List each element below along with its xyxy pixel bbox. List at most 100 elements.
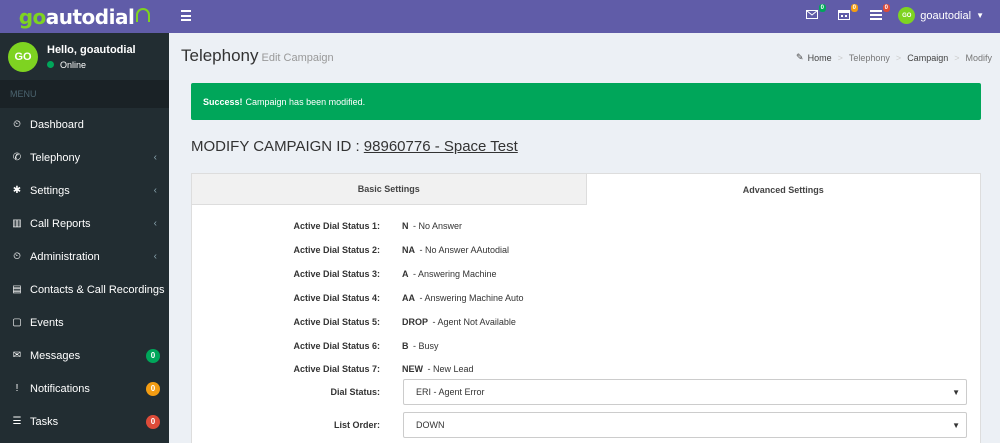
envelope-icon: ✉ xyxy=(12,350,22,361)
bar-chart-icon: ▥ xyxy=(12,218,22,229)
sidebar-item-call-reports[interactable]: ▥ Call Reports ‹ xyxy=(0,207,169,240)
tab-basic-settings[interactable]: Basic Settings xyxy=(192,174,587,205)
exclamation-icon: ! xyxy=(15,383,19,394)
avatar[interactable]: GO xyxy=(8,41,38,72)
sidebar-item-administration[interactable]: ⏲ Administration ‹ xyxy=(0,240,169,273)
active-dial-status-row: Active Dial Status 3: A - Answering Machi… xyxy=(192,267,982,281)
breadcrumb-home[interactable]: Home xyxy=(808,53,832,63)
status-desc: - Answering Machine xyxy=(410,269,497,279)
sidebar-item-label: Contacts & Call Recordings xyxy=(30,283,165,296)
select-caret-icon: ▼ xyxy=(952,420,960,430)
hamburger-menu-icon[interactable] xyxy=(181,10,191,21)
status-code: AA xyxy=(402,293,415,303)
events-button[interactable]: 0 xyxy=(838,4,858,21)
active-dial-status-label: Active Dial Status 2: xyxy=(293,245,380,255)
sidebar-badge: 0 xyxy=(146,381,160,396)
status-desc: - No Answer AAutodial xyxy=(417,245,510,255)
sidebar-menu: ⏲ Dashboard ✆ Telephony ‹ ✱ Settings ‹ ▥ Call Rep… xyxy=(0,108,169,438)
active-dial-status-row: Active Dial Status 1: N - No Answer xyxy=(192,219,982,233)
status-code: NEW xyxy=(402,364,423,374)
status-desc: - New Lead xyxy=(425,364,474,374)
active-dial-status-label: Active Dial Status 3: xyxy=(293,269,380,279)
active-dial-status-row: Active Dial Status 5: DROP - Agent Not Av… xyxy=(192,315,982,329)
campaign-settings-panel: Basic Settings Advanced Settings Active … xyxy=(191,173,981,443)
tasks-badge: 0 xyxy=(882,4,890,12)
status-desc: - Agent Not Available xyxy=(430,317,516,327)
sidebar-item-messages[interactable]: ✉ Messages 0 xyxy=(0,339,169,372)
status-code: B xyxy=(402,341,409,351)
dial-status-row: Dial Status: ERI - Agent Error ▼ xyxy=(192,379,982,405)
sidebar-item-contacts-call-recordings[interactable]: ▤ Contacts & Call Recordings xyxy=(0,273,169,306)
dial-status-value: ERI - Agent Error xyxy=(416,387,485,397)
dial-status-label: Dial Status: xyxy=(330,387,380,397)
breadcrumb-telephony[interactable]: Telephony xyxy=(849,53,890,63)
breadcrumb: ✎ Home > Telephony > Campaign > Modify xyxy=(796,52,992,63)
active-dial-status-row: Active Dial Status 4: AA - Answering Mach… xyxy=(192,291,982,305)
active-dial-status-label: Active Dial Status 7: xyxy=(293,364,380,374)
sidebar-item-notifications[interactable]: ! Notifications 0 xyxy=(0,372,169,405)
sidebar-item-label: Tasks xyxy=(30,415,59,428)
logo[interactable]: goautodial xyxy=(0,0,169,33)
sidebar-item-tasks[interactable]: ☰ Tasks 0 xyxy=(0,405,169,438)
tasks-button[interactable]: 0 xyxy=(870,4,890,21)
active-dial-status-value: B - Busy xyxy=(402,341,439,351)
status-code: DROP xyxy=(402,317,429,327)
user-panel: GO Hello, goautodial Online xyxy=(0,33,169,80)
user-name: goautodial xyxy=(920,9,972,22)
breadcrumb-modify: Modify xyxy=(965,52,992,63)
active-dial-status-label: Active Dial Status 5: xyxy=(293,317,380,327)
caret-down-icon: ▼ xyxy=(976,11,984,20)
headset-icon xyxy=(136,7,151,22)
sidebar-item-label: Settings xyxy=(30,184,70,197)
active-dial-status-row: Active Dial Status 2: NA - No Answer AAut… xyxy=(192,243,982,257)
topbar: 0 0 0 GO goautodial ▼ xyxy=(169,0,1000,33)
modify-campaign-title: MODIFY CAMPAIGN ID : 98960776 - Space Te… xyxy=(191,138,518,155)
alert-strong: Success! xyxy=(203,96,243,107)
tab-advanced-settings[interactable]: Advanced Settings xyxy=(586,174,980,205)
dashboard-icon: ⏲ xyxy=(13,119,21,130)
active-dial-status-value: NEW - New Lead xyxy=(402,364,474,374)
list-order-select[interactable]: DOWN ▼ xyxy=(403,412,967,438)
user-menu[interactable]: GO goautodial ▼ xyxy=(898,7,984,24)
sidebar-item-label: Events xyxy=(30,316,64,329)
sidebar-item-dashboard[interactable]: ⏲ Dashboard xyxy=(0,108,169,141)
active-dial-status-row: Active Dial Status 6: B - Busy xyxy=(192,339,982,353)
active-dial-status-label: Active Dial Status 6: xyxy=(293,341,380,351)
user-greeting: Hello, goautodial xyxy=(47,43,136,56)
breadcrumb-campaign[interactable]: Campaign xyxy=(907,53,948,63)
content-header: Telephony Edit Campaign ✎ Home > Telephon… xyxy=(169,33,1000,73)
active-dial-status-value: DROP - Agent Not Available xyxy=(402,317,516,327)
campaign-link[interactable]: 98960776 - Space Test xyxy=(364,138,518,155)
sidebar: goautodial GO Hello, goautodial Online M… xyxy=(0,0,169,443)
select-caret-icon: ▼ xyxy=(952,387,960,397)
menu-header: MENU xyxy=(0,80,169,108)
tasks-icon: ☰ xyxy=(12,416,22,427)
success-alert: Success! Campaign has been modified. xyxy=(191,83,981,120)
sidebar-item-telephony[interactable]: ✆ Telephony ‹ xyxy=(0,141,169,174)
dashboard-icon: ⏲ xyxy=(13,251,21,262)
tasks-icon xyxy=(870,10,882,20)
sidebar-item-label: Call Reports xyxy=(30,217,91,230)
status-desc: - Busy xyxy=(410,341,439,351)
status-desc: - Answering Machine Auto xyxy=(417,293,524,303)
messages-badge: 0 xyxy=(818,4,826,12)
active-dial-status-label: Active Dial Status 1: xyxy=(293,221,380,231)
active-dial-status-value: A - Answering Machine xyxy=(402,269,497,279)
active-dial-status-label: Active Dial Status 4: xyxy=(293,293,380,303)
active-dial-status-value: NA - No Answer AAutodial xyxy=(402,245,509,255)
sidebar-badge: 0 xyxy=(146,348,160,363)
calendar-icon xyxy=(838,10,850,20)
envelope-icon xyxy=(806,10,818,19)
status-code: NA xyxy=(402,245,415,255)
active-dial-status-value: AA - Answering Machine Auto xyxy=(402,293,524,303)
sidebar-item-label: Notifications xyxy=(30,382,90,395)
messages-button[interactable]: 0 xyxy=(806,4,826,21)
sidebar-item-events[interactable]: ▢ Events xyxy=(0,306,169,339)
sidebar-item-label: Administration xyxy=(30,250,100,263)
sidebar-badge: 0 xyxy=(146,414,160,429)
sidebar-item-settings[interactable]: ✱ Settings ‹ xyxy=(0,174,169,207)
active-dial-status-row: Active Dial Status 7: NEW - New Lead xyxy=(192,362,982,376)
sidebar-item-label: Telephony xyxy=(30,151,81,164)
tabs: Basic Settings Advanced Settings xyxy=(192,174,980,205)
dial-status-select[interactable]: ERI - Agent Error ▼ xyxy=(403,379,967,405)
